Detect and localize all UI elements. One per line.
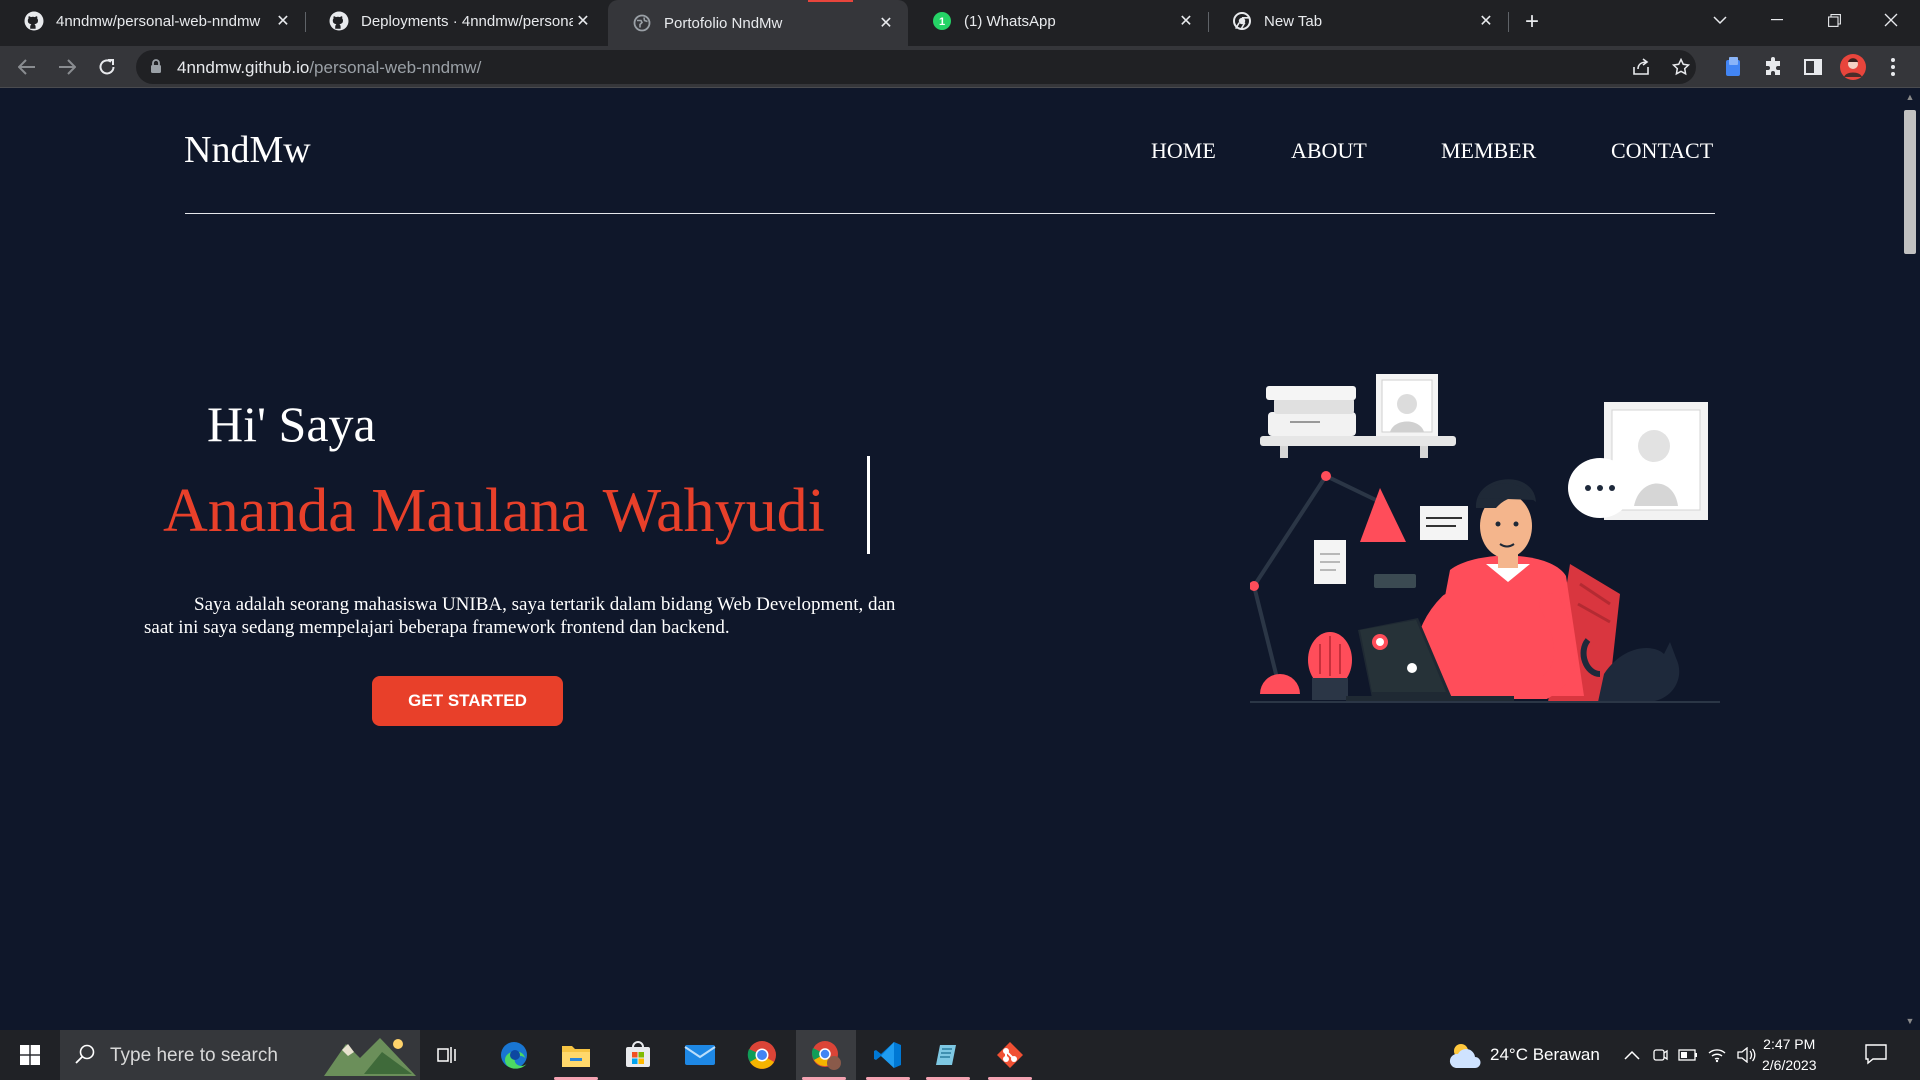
search-highlight-icon <box>324 1034 416 1080</box>
search-placeholder: Type here to search <box>110 1045 278 1066</box>
tab-new-tab[interactable]: New Tab ✕ <box>1208 0 1508 42</box>
tab-title: New Tab <box>1264 12 1323 30</box>
tab-title: 4nndmw/personal-web-nndmw <box>56 12 261 30</box>
restore-icon <box>1827 13 1841 27</box>
notification-center-icon[interactable] <box>1864 1042 1888 1071</box>
arrow-right-icon <box>59 59 76 75</box>
puzzle-extensions-icon[interactable] <box>1758 52 1788 82</box>
vscode-icon[interactable] <box>860 1030 916 1080</box>
search-icon <box>74 1043 96 1070</box>
typing-cursor <box>867 456 870 554</box>
menu-kebab-icon[interactable] <box>1878 52 1908 82</box>
edge-icon[interactable] <box>486 1030 542 1080</box>
share-icon[interactable] <box>1630 56 1652 78</box>
bookmark-star-icon[interactable] <box>1670 56 1692 78</box>
hero-greeting: Hi' Saya <box>207 396 376 452</box>
tab-deployments[interactable]: Deployments · 4nndmw/personal ✕ <box>305 0 605 42</box>
tab-title: Portofolio NndMw <box>664 14 783 32</box>
scroll-thumb[interactable] <box>1904 110 1916 254</box>
store-icon[interactable] <box>610 1030 666 1080</box>
mail-icon[interactable] <box>672 1030 728 1080</box>
chrome-profile-icon[interactable] <box>796 1030 856 1080</box>
chrome-icon <box>1232 11 1252 31</box>
globe-icon <box>632 13 652 33</box>
back-button[interactable] <box>12 52 42 82</box>
hero-name: Ananda Maulana Wahyudi <box>163 477 825 545</box>
nav-member[interactable]: MEMBER <box>1441 138 1536 164</box>
github-icon <box>329 11 349 31</box>
volume-icon[interactable] <box>1736 1047 1756 1063</box>
chrome-icon[interactable] <box>734 1030 790 1080</box>
arrow-left-icon <box>18 59 35 75</box>
nav-home[interactable]: HOME <box>1151 138 1216 164</box>
tab-github-repo[interactable]: 4nndmw/personal-web-nndmw ✕ <box>0 0 305 42</box>
close-icon <box>1884 13 1898 27</box>
tab-strip: 4nndmw/personal-web-nndmw ✕ Deployments … <box>0 0 1920 46</box>
minimize-icon <box>1771 19 1783 21</box>
svg-text:1: 1 <box>939 16 945 28</box>
tab-portfolio[interactable]: Portofolio NndMw ✕ <box>608 0 908 46</box>
page-viewport: NndMw HOME ABOUT MEMBER CONTACT Hi' Saya… <box>0 88 1900 1030</box>
minimize-button[interactable] <box>1762 6 1792 34</box>
close-icon[interactable]: ✕ <box>273 11 293 31</box>
tab-search-button[interactable] <box>1705 6 1735 34</box>
clock-time: 2:47 PM <box>1763 1036 1816 1052</box>
restore-button[interactable] <box>1819 6 1849 34</box>
battery-icon[interactable] <box>1678 1049 1698 1061</box>
reload-button[interactable] <box>92 52 122 82</box>
hero-illustration <box>1250 374 1720 703</box>
forward-button[interactable] <box>52 52 82 82</box>
close-window-button[interactable] <box>1876 6 1906 34</box>
github-icon <box>24 11 44 31</box>
clock-date: 2/6/2023 <box>1762 1057 1817 1073</box>
system-tray <box>1624 1030 1756 1080</box>
reload-icon <box>99 59 115 75</box>
close-icon[interactable]: ✕ <box>876 13 896 33</box>
weather-widget[interactable]: 24°C Berawan <box>1448 1030 1600 1080</box>
extension-docs-icon[interactable] <box>1718 52 1748 82</box>
notepad-icon[interactable] <box>920 1030 976 1080</box>
tab-whatsapp[interactable]: 1 (1) WhatsApp ✕ <box>908 0 1208 42</box>
meet-now-icon[interactable] <box>1652 1047 1668 1063</box>
hero-bio: Saya adalah seorang mahasiswa UNIBA, say… <box>144 594 896 638</box>
task-view-icon[interactable] <box>420 1030 476 1080</box>
scroll-down-arrow[interactable]: ▼ <box>1905 1016 1915 1026</box>
git-icon[interactable] <box>982 1030 1038 1080</box>
address-bar[interactable]: 4nndmw.github.io/personal-web-nndmw/ <box>136 50 1696 84</box>
tab-separator <box>1508 12 1509 32</box>
system-clock[interactable]: 2:47 PM 2/6/2023 <box>1762 1034 1817 1076</box>
nav-contact[interactable]: CONTACT <box>1611 138 1713 164</box>
close-icon[interactable]: ✕ <box>1476 11 1496 31</box>
file-explorer-icon[interactable] <box>548 1030 604 1080</box>
url-text: 4nndmw.github.io/personal-web-nndmw/ <box>177 58 481 78</box>
side-panel-icon[interactable] <box>1798 52 1828 82</box>
url-path: /personal-web-nndmw/ <box>309 58 482 77</box>
tab-title: Deployments · 4nndmw/personal <box>361 12 573 30</box>
chevron-down-icon <box>1713 15 1727 24</box>
nav-divider <box>185 213 1715 214</box>
url-host: 4nndmw.github.io <box>177 58 310 77</box>
avatar[interactable] <box>1838 52 1868 82</box>
weather-text: 24°C Berawan <box>1490 1045 1600 1064</box>
chevron-up-icon[interactable] <box>1624 1050 1640 1060</box>
windows-logo-icon <box>20 1045 40 1065</box>
windows-taskbar: Type here to search 24°C Berawan 2:47 PM… <box>0 1030 1920 1080</box>
close-icon[interactable]: ✕ <box>573 11 593 31</box>
tab-title: (1) WhatsApp <box>964 12 1056 30</box>
new-tab-button[interactable]: + <box>1518 8 1546 36</box>
partly-cloudy-icon <box>1449 1044 1481 1068</box>
wifi-icon[interactable] <box>1708 1047 1726 1063</box>
nav-about[interactable]: ABOUT <box>1291 138 1367 164</box>
lock-icon[interactable] <box>150 59 162 79</box>
site-logo[interactable]: NndMw <box>184 128 311 172</box>
browser-toolbar: 4nndmw.github.io/personal-web-nndmw/ <box>0 46 1920 88</box>
start-button[interactable] <box>0 1030 60 1080</box>
get-started-button[interactable]: GET STARTED <box>372 676 563 726</box>
close-icon[interactable]: ✕ <box>1176 11 1196 31</box>
whatsapp-icon: 1 <box>932 11 952 31</box>
taskbar-search-box[interactable]: Type here to search <box>60 1030 420 1080</box>
scroll-up-arrow[interactable]: ▲ <box>1905 92 1915 102</box>
page-scrollbar[interactable]: ▲ ▼ <box>1900 88 1920 1030</box>
